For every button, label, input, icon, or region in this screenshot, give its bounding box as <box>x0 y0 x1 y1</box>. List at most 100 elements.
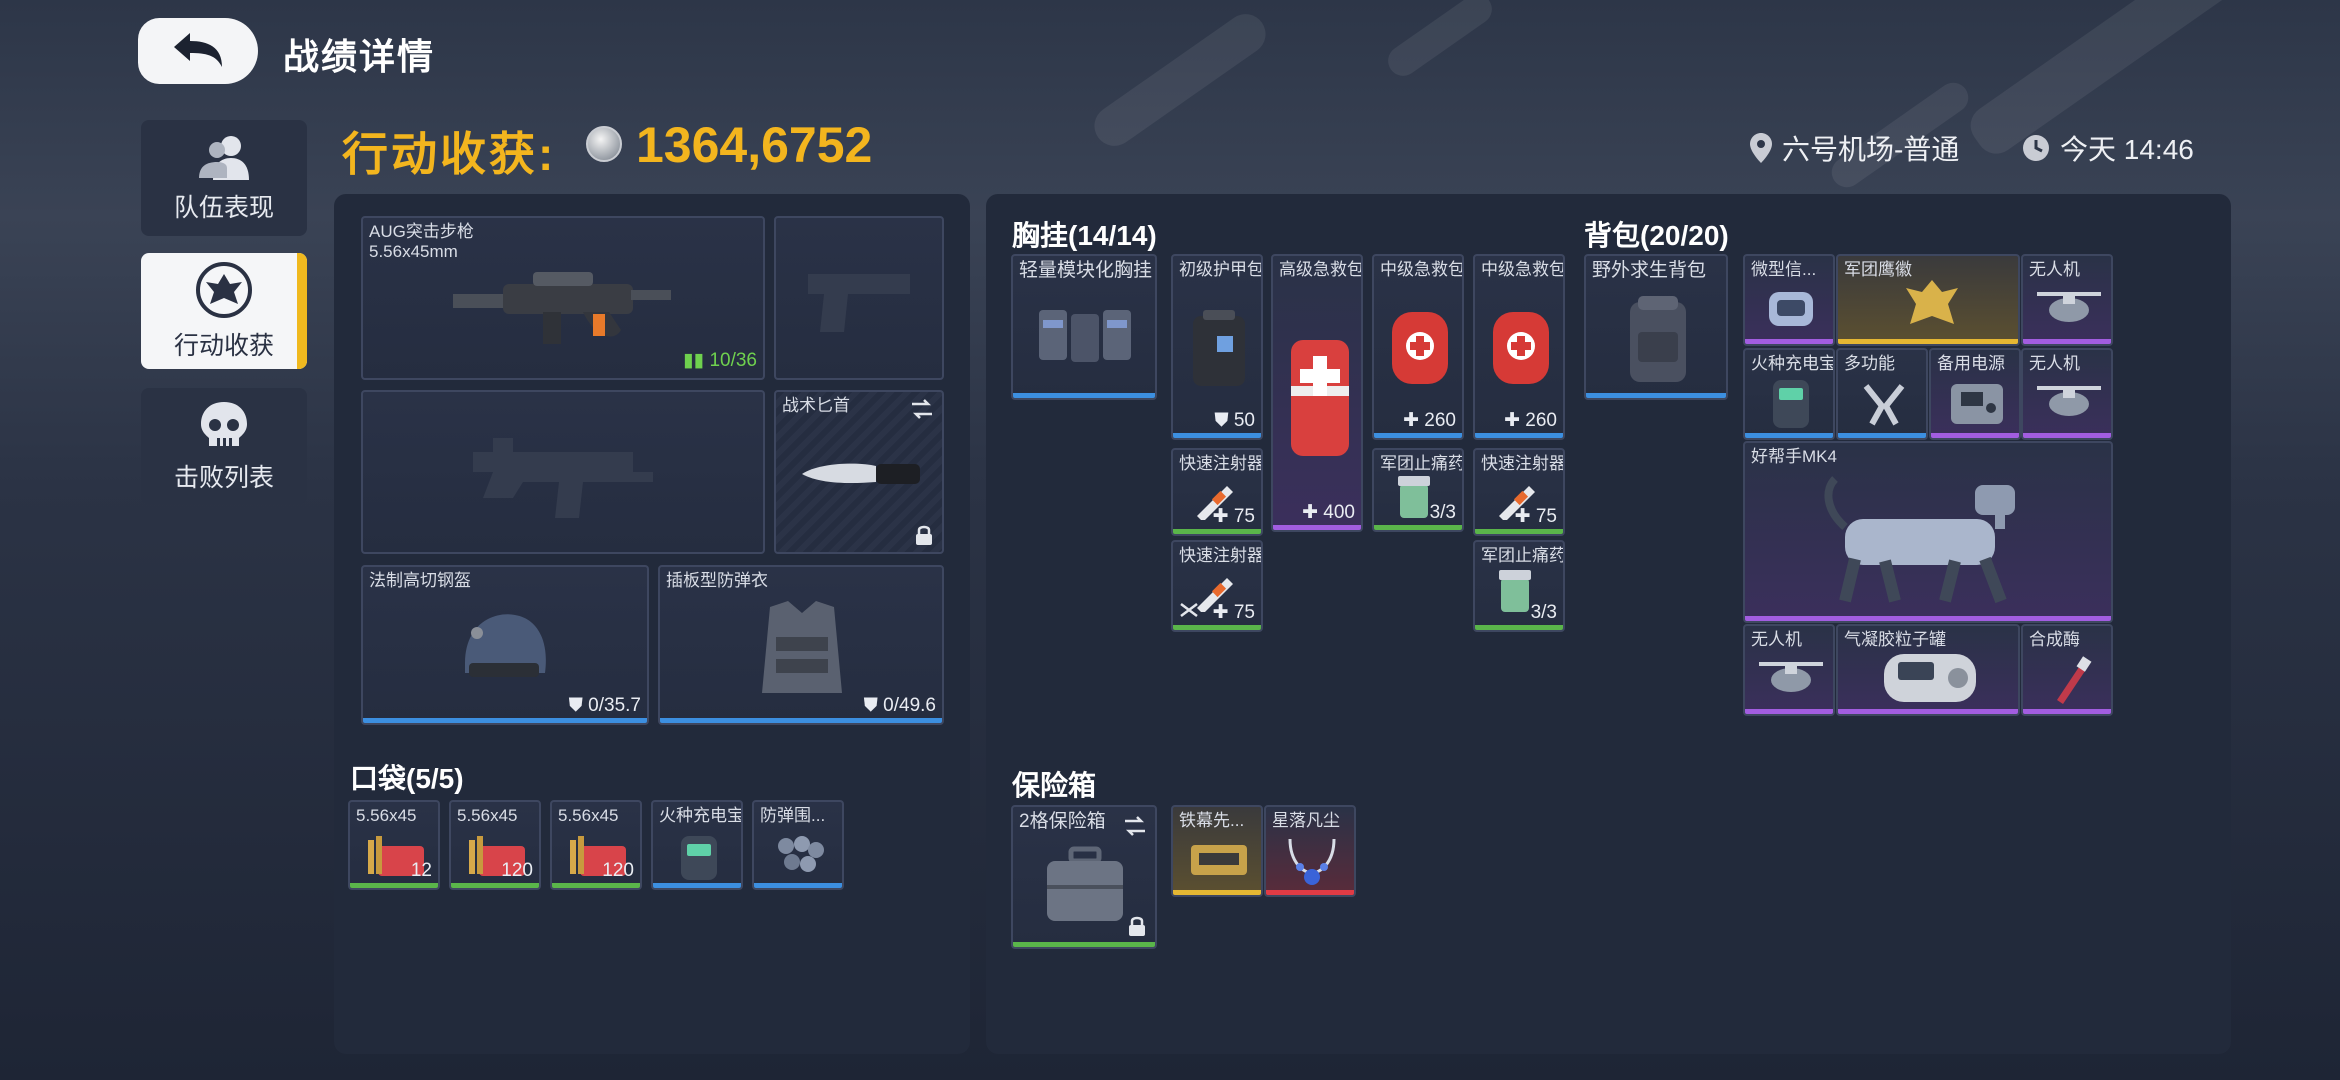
page-title: 战绩详情 <box>283 36 436 77</box>
backpack-item[interactable]: 火种充电宝 <box>1743 348 1835 440</box>
aerogel-canister-icon <box>1884 654 1976 702</box>
safebox-item[interactable]: 铁幕先... <box>1171 805 1263 897</box>
backpack-container[interactable]: 野外求生背包 <box>1584 254 1728 400</box>
secondary-weapon-slot[interactable] <box>361 390 765 554</box>
tab-label: 行动收获 <box>173 332 274 360</box>
pistol-slot[interactable] <box>774 216 944 380</box>
safebox-title: 保险箱 <box>1012 770 1097 801</box>
armor-durability: ⛊ 0/49.6 <box>863 695 936 716</box>
medkit-icon <box>1392 312 1448 384</box>
armor-slot[interactable]: 插板型防弹衣 ⛊ 0/49.6 <box>658 565 944 725</box>
back-button[interactable] <box>138 18 258 84</box>
tab-label: 击败列表 <box>173 464 274 492</box>
helmet-slot[interactable]: 法制高切钢盔 ⛊ 0/35.7 <box>361 565 649 725</box>
chest-item[interactable]: 快速注射器 ✚ 75 <box>1171 540 1263 632</box>
backpack-item[interactable]: 合成酶 <box>2021 624 2113 716</box>
backpack-item[interactable]: 气凝胶粒子罐 <box>1836 624 2020 716</box>
time-info: 今天 14:46 <box>2022 128 2194 168</box>
drone-icon <box>1759 662 1823 692</box>
backpack-item[interactable]: 无人机 <box>2021 348 2113 440</box>
tab-defeat-list[interactable]: 击败列表 <box>141 388 307 504</box>
chest-item[interactable]: 快速注射器 ✚ 75 <box>1171 448 1263 536</box>
vest-icon <box>762 601 842 693</box>
eagle-emblem-icon <box>196 262 252 318</box>
backpack-item[interactable]: 无人机 <box>1743 624 1835 716</box>
knife-slot[interactable]: 战术匕首 <box>774 390 944 554</box>
back-arrow-icon <box>174 33 222 67</box>
enzyme-vial-icon <box>2057 656 2092 704</box>
chest-item[interactable]: 军团止痛药 3/3 <box>1372 448 1464 532</box>
chest-item[interactable]: 中级急救包 ✚ 260 <box>1372 254 1464 440</box>
battery-icon <box>1951 384 2003 424</box>
multitool-icon <box>1863 384 1905 426</box>
helmet-durability: ⛊ 0/35.7 <box>568 695 641 716</box>
rifle-icon <box>453 272 671 344</box>
pockets-title: 口袋(5/5) <box>350 763 464 794</box>
tab-harvest[interactable]: 行动收获 <box>141 253 307 369</box>
lock-icon <box>1129 916 1145 936</box>
pocket-item[interactable]: 5.56x45 120 <box>550 800 642 890</box>
drone-icon <box>2037 386 2101 416</box>
pistol-placeholder-icon <box>808 274 910 332</box>
harvest-label: 行动收获: <box>342 128 557 180</box>
lock-icon <box>916 525 932 545</box>
knife-icon <box>802 463 920 484</box>
pocket-item[interactable]: 防弹围... <box>752 800 844 890</box>
coin-icon <box>586 126 622 162</box>
chest-item[interactable]: 高级急救包 ✚ 400 <box>1271 254 1363 532</box>
backpack-item[interactable]: 无人机 <box>2021 254 2113 346</box>
swap-icon[interactable] <box>910 398 934 420</box>
pill-bottle-icon <box>1499 570 1531 612</box>
backpack-item[interactable]: 军团鹰徽 <box>1836 254 2020 346</box>
tab-label: 队伍表现 <box>173 194 274 222</box>
chest-item[interactable]: 初级护甲包 ⛊ 50 <box>1171 254 1263 440</box>
chest-rig-container[interactable]: 轻量模块化胸挂 <box>1011 254 1157 400</box>
helmet-name: 法制高切钢盔 <box>369 571 471 590</box>
mini-device-icon <box>1769 292 1813 326</box>
backpack-item[interactable]: 微型信... <box>1743 254 1835 346</box>
medkit-large-icon <box>1291 340 1349 456</box>
drone-icon <box>2037 292 2101 322</box>
gold-bar-icon <box>1191 845 1247 875</box>
chest-rig-icon <box>1039 310 1131 362</box>
chest-item[interactable]: 中级急救包 ✚ 260 <box>1473 254 1565 440</box>
armor-name: 插板型防弹衣 <box>666 571 768 590</box>
backpack-icon <box>1630 296 1686 382</box>
location-pin-icon <box>1750 133 1772 163</box>
power-bank-icon <box>1773 380 1809 428</box>
power-bank-icon <box>681 836 717 880</box>
backpack-title: 背包(20/20) <box>1584 220 1729 251</box>
team-icon <box>199 136 249 180</box>
pocket-item[interactable]: 5.56x45 120 <box>449 800 541 890</box>
chest-item[interactable]: 军团止痛药 3/3 <box>1473 540 1565 632</box>
chest-rig-title: 胸挂(14/14) <box>1012 220 1157 251</box>
medkit-icon <box>1493 312 1549 384</box>
primary-weapon-slot[interactable]: AUG突击步枪 5.56x45mm ▮▮ 10/36 <box>361 216 765 380</box>
backpack-item[interactable]: 备用电源 <box>1929 348 2021 440</box>
smg-placeholder-icon <box>473 438 653 518</box>
weapon-name: AUG突击步枪 <box>369 222 474 241</box>
armor-kit-icon <box>1193 310 1245 386</box>
eagle-badge-icon <box>1906 280 1958 324</box>
safebox-container[interactable]: 2格保险箱 <box>1011 805 1157 949</box>
robot-dog-icon <box>1824 476 2015 604</box>
pill-bottle-icon <box>1398 476 1430 518</box>
backpack-item[interactable]: 多功能 <box>1836 348 1928 440</box>
location-info: 六号机场-普通 <box>1750 128 1959 168</box>
location-text: 六号机场-普通 <box>1782 134 1960 165</box>
backpack-item[interactable]: 好帮手MK4 <box>1743 441 2113 623</box>
ammo-count: ▮▮ 10/36 <box>683 350 757 371</box>
clock-icon <box>2023 135 2049 161</box>
case-icon <box>1047 846 1123 921</box>
time-text: 今天 14:46 <box>2060 134 2194 165</box>
safebox-item[interactable]: 星落凡尘 <box>1264 805 1356 897</box>
swap-icon[interactable] <box>1123 815 1147 837</box>
pocket-item[interactable]: 5.56x45 12 <box>348 800 440 890</box>
chest-item[interactable]: 快速注射器 ✚ 75 <box>1473 448 1565 536</box>
knife-name: 战术匕首 <box>782 396 850 415</box>
helmet-icon <box>465 614 546 677</box>
skull-icon <box>201 402 247 446</box>
tab-team-performance[interactable]: 队伍表现 <box>141 120 307 236</box>
harvest-value: 1364,6752 <box>636 117 873 173</box>
pocket-item[interactable]: 火种充电宝 <box>651 800 743 890</box>
